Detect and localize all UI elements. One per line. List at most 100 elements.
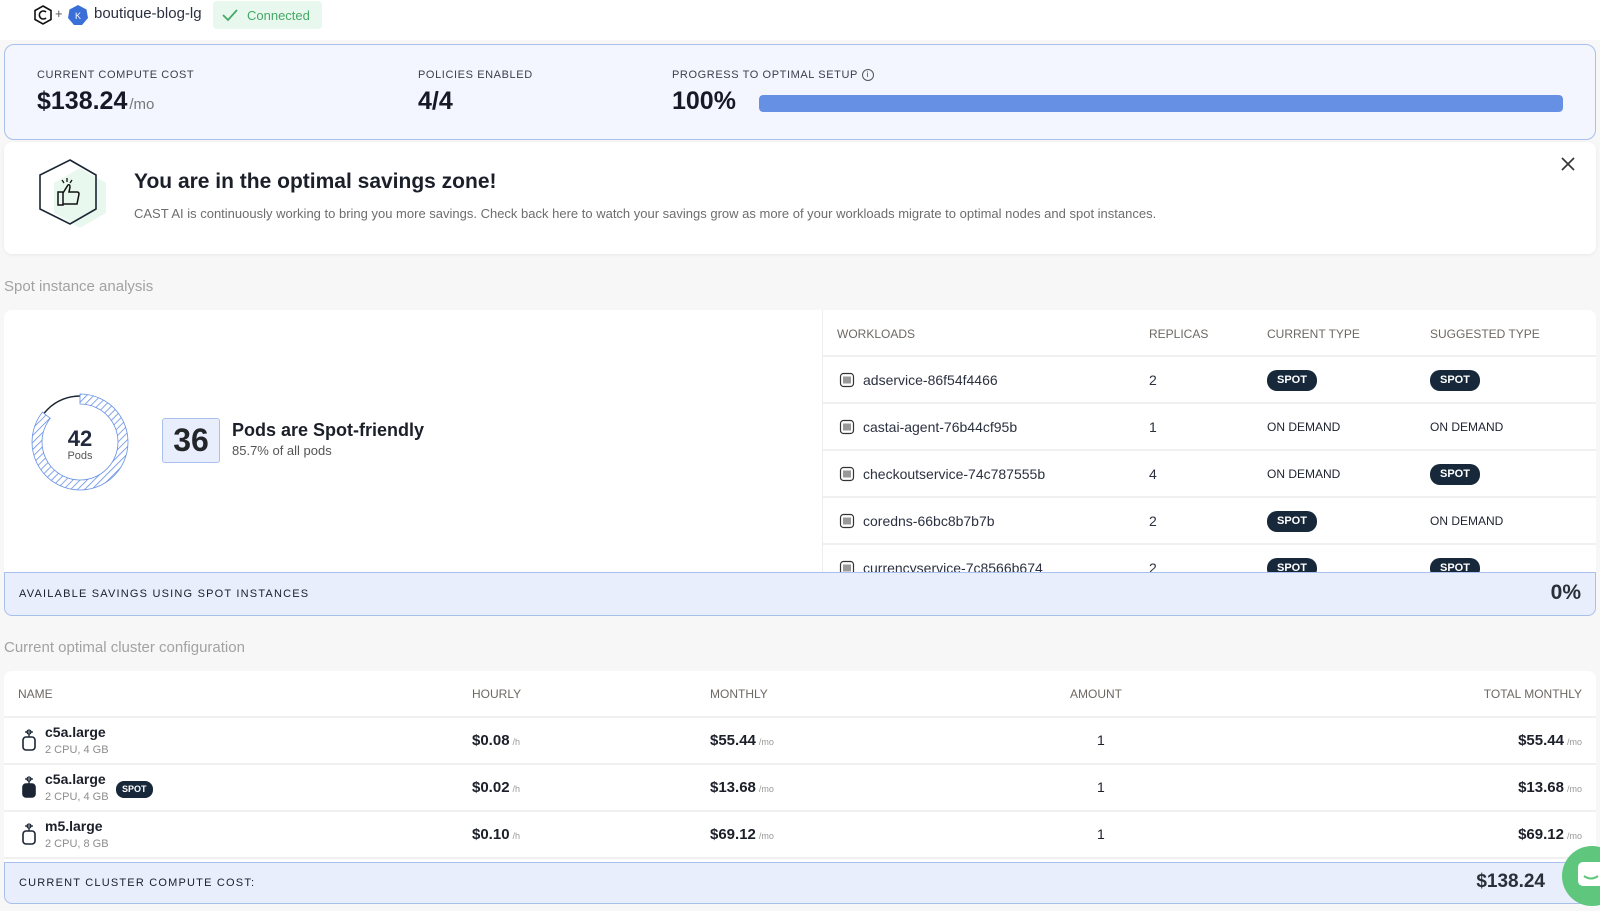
- status-text: Connected: [247, 7, 310, 23]
- workloads-table: WORKLOADS REPLICAS CURRENT TYPE SUGGESTE…: [822, 310, 1596, 572]
- node-name: c5a.large: [45, 771, 106, 787]
- suggested-type: ON DEMAND: [1430, 514, 1504, 528]
- close-icon[interactable]: [1560, 156, 1576, 172]
- node-row[interactable]: c5a.large 2 CPU, 4 GB SPOT $0.02/h $13.6…: [4, 765, 1596, 812]
- node-row[interactable]: m5.large 2 CPU, 8 GB $0.10/h $69.12/mo 1…: [4, 812, 1596, 859]
- col-current-type[interactable]: CURRENT TYPE: [1267, 327, 1360, 341]
- col-workloads[interactable]: WORKLOADS: [837, 327, 915, 341]
- monthly-price: $13.68/mo: [710, 779, 774, 796]
- workload-row[interactable]: castai-agent-76b44cf95b 1 ON DEMAND ON D…: [823, 404, 1596, 451]
- compute-cost-label: CURRENT COMPUTE COST: [37, 69, 195, 81]
- suggested-type: SPOT: [1430, 370, 1480, 391]
- progress-label: PROGRESS TO OPTIMAL SETUP i: [672, 69, 874, 82]
- spot-friendly-subtitle: 85.7% of all pods: [232, 443, 332, 458]
- connection-status-badge: Connected: [213, 1, 322, 29]
- spot-friendly-count: 36: [162, 418, 220, 463]
- node-spec: 2 CPU, 4 GB: [45, 791, 109, 803]
- hourly-price: $0.08/h: [472, 732, 521, 749]
- workload-row[interactable]: checkoutservice-74c787555b 4 ON DEMAND S…: [823, 451, 1596, 498]
- total-monthly-price: $55.44/mo: [1518, 732, 1582, 749]
- total-monthly-price: $13.68/mo: [1518, 779, 1582, 796]
- pod-icon: [839, 560, 855, 572]
- progress-bar: [759, 95, 1563, 112]
- total-pods: 42: [67, 426, 93, 451]
- suggested-type: ON DEMAND: [1430, 420, 1504, 434]
- col-monthly[interactable]: MONTHLY: [710, 687, 768, 701]
- current-type: SPOT: [1267, 511, 1317, 532]
- policies-value: 4/4: [418, 87, 453, 115]
- cluster-config-table: NAME HOURLY MONTHLY AMOUNT TOTAL MONTHLY…: [4, 671, 1596, 863]
- top-bar: + K boutique-blog-lg Connected: [0, 0, 1600, 40]
- pod-icon: [839, 419, 855, 435]
- node-row[interactable]: c5a.large 2 CPU, 4 GB $0.08/h $55.44/mo …: [4, 718, 1596, 765]
- total-label: CURRENT CLUSTER COMPUTE COST:: [19, 877, 256, 889]
- node-spec: 2 CPU, 8 GB: [45, 838, 109, 850]
- amount: 1: [1097, 779, 1105, 795]
- svg-text:K: K: [75, 11, 81, 21]
- workload-name[interactable]: adservice-86f54f4466: [863, 372, 998, 388]
- optimal-savings-banner: You are in the optimal savings zone! CAS…: [4, 142, 1596, 254]
- workload-name[interactable]: currencyservice-7c8566b674: [863, 560, 1043, 572]
- amount: 1: [1097, 732, 1105, 748]
- chat-icon: [1578, 862, 1600, 886]
- cluster-total-bar: CURRENT CLUSTER COMPUTE COST: $138.24: [4, 862, 1596, 904]
- spot-badge: SPOT: [116, 781, 153, 798]
- compute-cost-value: $138.24/mo: [37, 87, 155, 115]
- replicas: 2: [1149, 560, 1157, 572]
- node-icon: [22, 776, 36, 798]
- cluster-config-header: NAME HOURLY MONTHLY AMOUNT TOTAL MONTHLY: [4, 671, 1596, 718]
- progress-bar-fill: [759, 95, 1563, 112]
- suggested-type: SPOT: [1430, 464, 1480, 485]
- amount: 1: [1097, 826, 1105, 842]
- node-icon: [22, 729, 36, 751]
- spot-friendly-title: Pods are Spot-friendly: [232, 420, 425, 440]
- replicas: 1: [1149, 419, 1157, 435]
- workload-row[interactable]: currencyservice-7c8566b674 2 SPOT SPOT: [823, 545, 1596, 572]
- checkmark-icon: [222, 9, 238, 22]
- node-spec: 2 CPU, 4 GB: [45, 744, 109, 756]
- kubernetes-icon: K: [68, 5, 88, 25]
- col-total-monthly[interactable]: TOTAL MONTHLY: [1484, 687, 1582, 701]
- spot-analysis-card: 42 Pods 36 Pods are Spot-friendly 85.7% …: [4, 310, 1596, 572]
- col-name[interactable]: NAME: [18, 687, 53, 701]
- cluster-config-title: Current optimal cluster configuration: [4, 639, 245, 656]
- spot-analysis-title: Spot instance analysis: [4, 278, 154, 295]
- plus-separator: +: [55, 6, 63, 21]
- kpi-summary-card: CURRENT COMPUTE COST $138.24/mo POLICIES…: [4, 44, 1596, 140]
- suggested-type: SPOT: [1430, 558, 1480, 572]
- replicas: 2: [1149, 372, 1157, 388]
- workloads-table-header: WORKLOADS REPLICAS CURRENT TYPE SUGGESTE…: [823, 310, 1596, 357]
- replicas: 4: [1149, 466, 1157, 482]
- info-icon[interactable]: i: [861, 69, 874, 82]
- node-name: c5a.large: [45, 724, 106, 740]
- current-type: SPOT: [1267, 558, 1317, 572]
- pod-icon: [839, 513, 855, 529]
- total-monthly-price: $69.12/mo: [1518, 826, 1582, 843]
- hourly-price: $0.02/h: [472, 779, 521, 796]
- monthly-price: $55.44/mo: [710, 732, 774, 749]
- col-replicas[interactable]: REPLICAS: [1149, 327, 1208, 341]
- workload-row[interactable]: adservice-86f54f4466 2 SPOT SPOT: [823, 357, 1596, 404]
- thumbs-up-icon: [39, 159, 106, 228]
- banner-text: CAST AI is continuously working to bring…: [134, 206, 1157, 221]
- col-amount[interactable]: AMOUNT: [1070, 687, 1122, 701]
- current-type: ON DEMAND: [1267, 467, 1341, 481]
- pods-label: Pods: [67, 450, 93, 462]
- available-savings-bar: AVAILABLE SAVINGS USING SPOT INSTANCES 0…: [4, 572, 1596, 616]
- monthly-price: $69.12/mo: [710, 826, 774, 843]
- col-suggested-type[interactable]: SUGGESTED TYPE: [1430, 327, 1540, 341]
- banner-title: You are in the optimal savings zone!: [134, 170, 497, 193]
- node-name: m5.large: [45, 818, 103, 834]
- replicas: 2: [1149, 513, 1157, 529]
- policies-label: POLICIES ENABLED: [418, 69, 533, 81]
- workload-name[interactable]: checkoutservice-74c787555b: [863, 466, 1045, 482]
- workload-name[interactable]: coredns-66bc8b7b7b: [863, 513, 995, 529]
- current-type: SPOT: [1267, 370, 1317, 391]
- cluster-name[interactable]: boutique-blog-lg: [94, 5, 202, 22]
- workload-name[interactable]: castai-agent-76b44cf95b: [863, 419, 1017, 435]
- workload-row[interactable]: coredns-66bc8b7b7b 2 SPOT ON DEMAND: [823, 498, 1596, 545]
- savings-value: 0%: [1550, 581, 1581, 604]
- pod-icon: [839, 372, 855, 388]
- cast-ai-logo-icon: [34, 5, 52, 25]
- col-hourly[interactable]: HOURLY: [472, 687, 521, 701]
